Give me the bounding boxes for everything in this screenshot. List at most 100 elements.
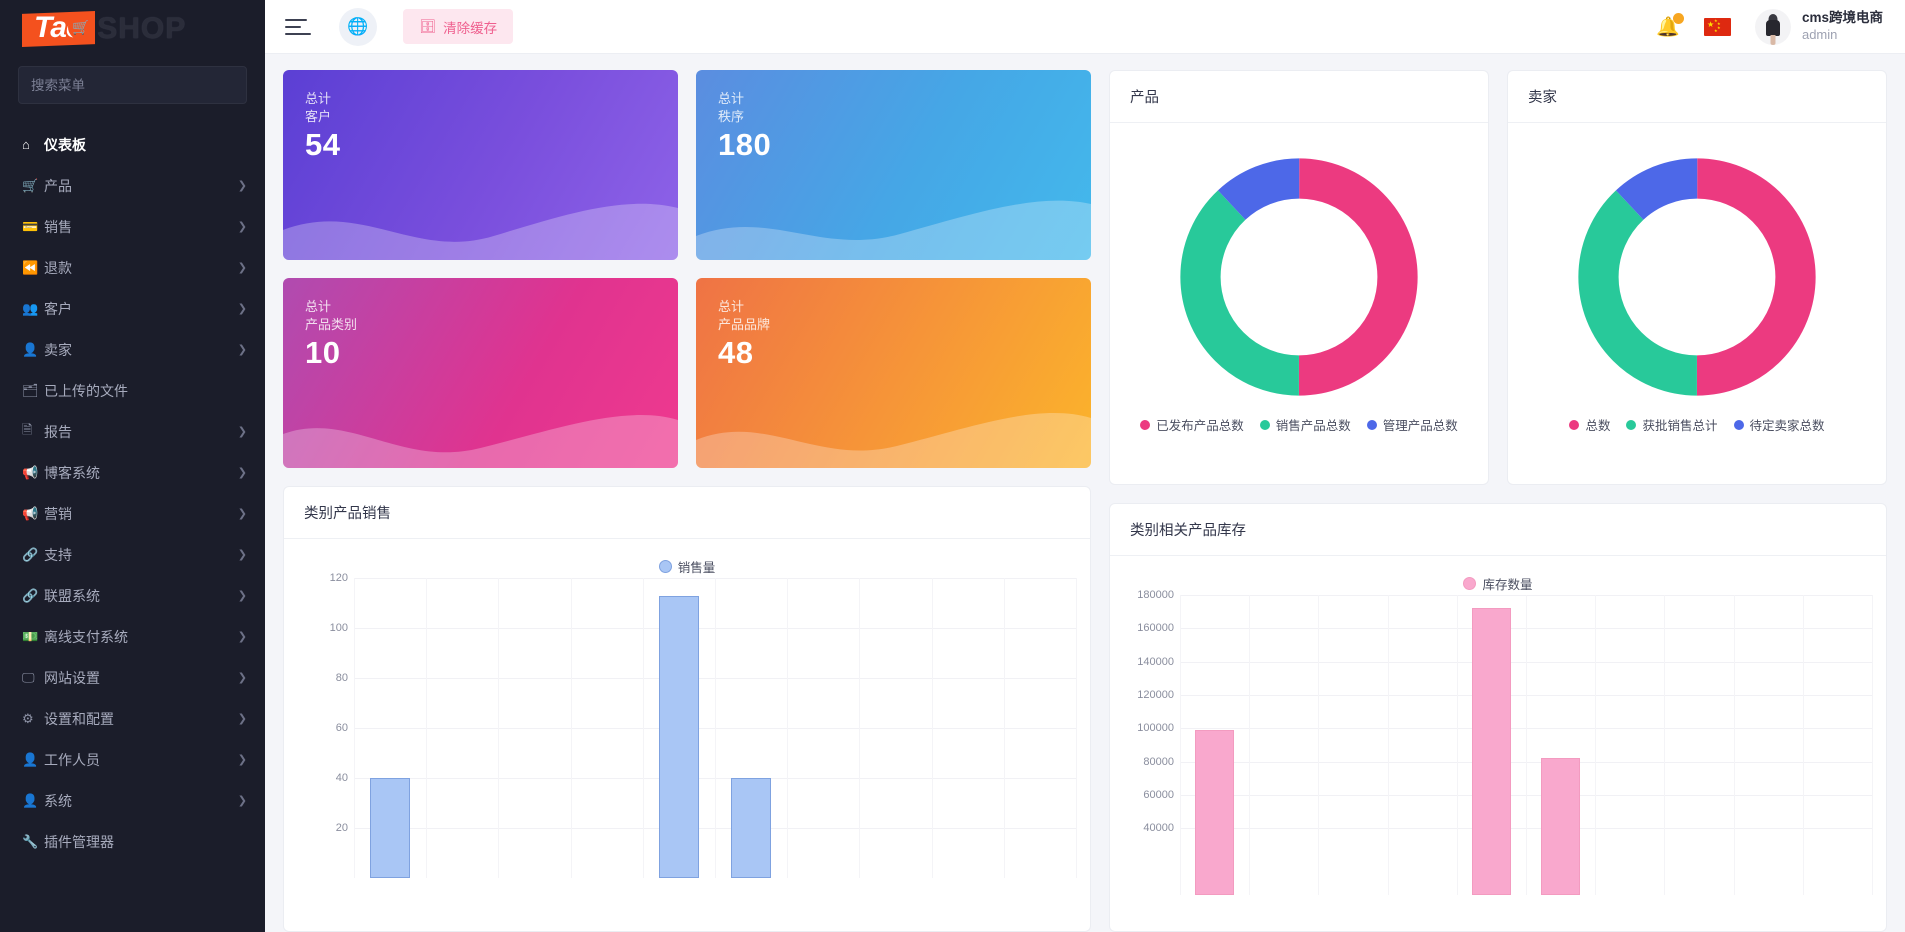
sidebar-item-label: 插件管理器 — [44, 833, 114, 850]
bar[interactable] — [658, 595, 700, 878]
stat-card-1[interactable]: 总计 秩序 180 — [696, 70, 1091, 260]
users-icon: 👥 — [22, 300, 39, 316]
sidebar: Tao SHOP 🛒 ⌂ 仪表板 🛒 产品 ❯ 💳 销售 ❯ ⏪ 退款 ❯ 👥 客户 ❯ 👤 卖家 ❯ 🗂 已上传的… — [0, 0, 265, 932]
legend-item-0[interactable]: 总数 — [1569, 415, 1610, 434]
bar-slot — [643, 578, 715, 878]
product-donut-body: 已发布产品总数 销售产品总数 管理产品总数 — [1110, 123, 1488, 484]
sidebar-item-15[interactable]: 👤 工作人员 ❯ — [0, 739, 265, 780]
rewind-icon: ⏪ — [22, 259, 39, 275]
megaphone-icon: 📢 — [22, 505, 39, 521]
user-role: admin — [1801, 26, 1838, 42]
legend-label: 管理产品总数 — [1382, 419, 1458, 433]
sidebar-item-17[interactable]: 🔧 插件管理器 — [0, 821, 265, 862]
category-sales-body: 销售量 120 100 80 60 40 20 — [284, 539, 1090, 931]
sidebar-item-6[interactable]: 🗂 已上传的文件 — [0, 370, 265, 411]
sidebar-item-14[interactable]: ⚙ 设置和配置 ❯ — [0, 698, 265, 739]
legend-item-2[interactable]: 待定卖家总数 — [1733, 415, 1825, 434]
sidebar-item-label: 工作人员 — [44, 751, 100, 768]
category-sales-legend[interactable]: 销售量 — [298, 549, 1076, 578]
bar[interactable] — [730, 778, 772, 878]
user-menu[interactable]: cms跨境电商 admin — [1754, 8, 1883, 45]
right-column: 产品 已发布产品总数 销售产品总数 管理产品总数 卖家 总数 获批销售总计 待定… — [1109, 70, 1887, 932]
legend-label-stock: 库存数量 — [1482, 578, 1533, 592]
sidebar-item-1[interactable]: 🛒 产品 ❯ — [0, 165, 265, 206]
sidebar-item-8[interactable]: 📢 博客系统 ❯ — [0, 452, 265, 493]
sidebar-item-7[interactable]: 🗎 报告 ❯ — [0, 411, 265, 452]
logo[interactable]: Tao SHOP 🛒 — [0, 0, 265, 58]
category-sales-panel: 类别产品销售 销售量 120 100 80 60 40 20 — [283, 486, 1091, 932]
sidebar-item-16[interactable]: 👤 系统 ❯ — [0, 780, 265, 821]
chevron-right-icon: ❯ — [237, 795, 247, 807]
sidebar-item-11[interactable]: 🔗 联盟系统 ❯ — [0, 575, 265, 616]
sidebar-item-2[interactable]: 💳 销售 ❯ — [0, 206, 265, 247]
topbar-right: 🔔 ★ ★ ★ ★ ★ cms跨境电商 admin — [1656, 8, 1883, 45]
y-axis-tick: 60000 — [1143, 789, 1174, 801]
link-icon: 🔗 — [22, 546, 39, 562]
legend-label: 已发布产品总数 — [1156, 419, 1244, 433]
monitor-icon: 🖵 — [22, 669, 35, 685]
chevron-right-icon: ❯ — [237, 344, 247, 356]
legend-label: 总数 — [1585, 419, 1611, 433]
topbar: 🌐 🗄 清除缓存 🔔 ★ ★ ★ ★ ★ cms跨境电商 admin — [265, 0, 1905, 54]
wave-decoration — [696, 200, 1091, 260]
sidebar-item-4[interactable]: 👥 客户 ❯ — [0, 288, 265, 329]
y-axis-tick: 80000 — [1143, 755, 1174, 768]
seller-donut-chart — [1522, 133, 1872, 407]
y-axis-tick: 120 — [329, 572, 348, 584]
bar[interactable] — [369, 778, 411, 878]
category-stock-panel: 类别相关产品库存 库存数量 180000 160000 140000 120000 10… — [1109, 503, 1887, 932]
bell-icon[interactable]: 🔔 — [1656, 12, 1684, 39]
y-axis: 180000 160000 140000 120000 100000 80000 60000… — [1124, 589, 1180, 895]
stat-card-0[interactable]: 总计 客户 54 — [283, 70, 678, 260]
sidebar-item-9[interactable]: 📢 营销 ❯ — [0, 493, 265, 534]
legend-item-2[interactable]: 管理产品总数 — [1366, 415, 1458, 434]
sidebar-item-13[interactable]: 🖵 网站设置 ❯ — [0, 657, 265, 698]
category-stock-legend[interactable]: 库存数量 — [1124, 566, 1872, 595]
chevron-right-icon: ❯ — [237, 631, 247, 643]
chevron-right-icon: ❯ — [237, 508, 247, 520]
legend-item-1[interactable]: 获批销售总计 — [1626, 415, 1718, 434]
stat-card-subtitle-bottom: 秩序 — [718, 108, 745, 124]
chevron-right-icon: ❯ — [237, 303, 247, 315]
dashboard-content: 总计 客户 54 总计 秩序 180 总计产品类别 10 总计 产品品牌 48 类别产品销售 销售量… — [265, 54, 1905, 932]
bar[interactable] — [1541, 757, 1580, 895]
sidebar-item-3[interactable]: ⏪ 退款 ❯ — [0, 247, 265, 288]
search-input[interactable] — [31, 77, 234, 93]
folder-icon: 🗂 — [22, 382, 39, 398]
stat-card-subtitle-bottom: 客户 — [305, 108, 332, 124]
hamburger-icon[interactable] — [285, 16, 313, 38]
sidebar-item-label: 退款 — [44, 259, 72, 276]
stat-card-subtitle-bottom: 产品类别 — [305, 316, 358, 332]
search-menu-box[interactable] — [18, 66, 247, 104]
stat-card-2[interactable]: 总计 产品类别 10 — [283, 278, 678, 468]
y-axis-tick: 100000 — [1137, 722, 1174, 735]
sidebar-item-10[interactable]: 🔗 支持 ❯ — [0, 534, 265, 575]
legend-item-0[interactable]: 已发布产品总数 — [1140, 415, 1244, 434]
clear-cache-label: 清除缓存 — [443, 20, 498, 36]
grid-line-vertical — [1872, 595, 1873, 895]
legend-label: 获批销售总计 — [1642, 419, 1718, 433]
y-axis-tick: 40 — [335, 772, 348, 784]
legend-label: 销售产品总数 — [1275, 419, 1351, 433]
seller-donut-legend: 总数 获批销售总计 待定卖家总数 — [1522, 407, 1872, 434]
sidebar-item-0[interactable]: ⌂ 仪表板 — [0, 124, 265, 165]
legend-dot-stock — [1463, 577, 1477, 590]
sidebar-item-label: 营销 — [44, 505, 72, 522]
category-sales-title: 类别产品销售 — [284, 487, 1090, 539]
seller-donut-svg — [1578, 158, 1816, 396]
stat-card-value: 10 — [305, 335, 341, 371]
home-icon: ⌂ — [22, 137, 30, 152]
payment-icon: 💵 — [22, 628, 39, 644]
legend-item-1[interactable]: 销售产品总数 — [1259, 415, 1351, 434]
sidebar-item-12[interactable]: 💵 离线支付系统 ❯ — [0, 616, 265, 657]
sidebar-item-5[interactable]: 👤 卖家 ❯ — [0, 329, 265, 370]
globe-icon[interactable]: 🌐 — [339, 7, 377, 46]
china-flag-icon[interactable]: ★ ★ ★ ★ ★ — [1703, 17, 1731, 36]
bar-slot — [1180, 595, 1249, 895]
stat-card-subtitle-top: 总计 — [718, 299, 745, 314]
stat-card-3[interactable]: 总计 产品品牌 48 — [696, 278, 1091, 468]
bar[interactable] — [1472, 607, 1511, 895]
product-donut-svg — [1180, 158, 1418, 396]
clear-cache-button[interactable]: 🗄 清除缓存 — [403, 9, 514, 44]
bar[interactable] — [1195, 730, 1234, 895]
